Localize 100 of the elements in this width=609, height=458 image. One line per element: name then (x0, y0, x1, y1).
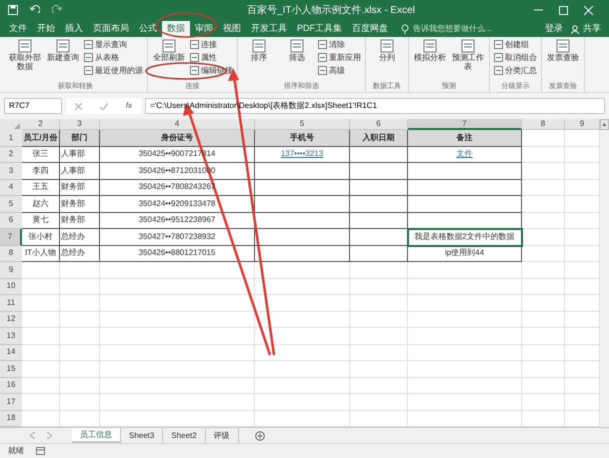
grid-cell[interactable] (255, 246, 350, 262)
ribbon-button[interactable]: 筛选 (280, 39, 314, 62)
next-sheet-icon (47, 432, 52, 439)
table-cell: 张三 (22, 146, 60, 163)
sheet-icon (318, 53, 327, 62)
vertical-scrollbar[interactable] (600, 119, 609, 427)
row-header[interactable]: 1 (0, 130, 22, 146)
ribbon-button[interactable]: 从表格 (84, 52, 143, 63)
grid-cell[interactable] (255, 163, 350, 180)
name-box[interactable]: R7C7 (4, 98, 62, 114)
row-header[interactable]: 9 (0, 262, 22, 278)
lightbulb-icon (401, 24, 409, 34)
ribbon-button[interactable]: 分类汇总 (494, 65, 537, 76)
ribbon-button[interactable]: 最近使用的源 (84, 65, 143, 76)
row-header[interactable]: 5 (0, 196, 22, 212)
cell-link[interactable]: 137••••3213 (255, 146, 350, 163)
sheet-tab[interactable]: 员工信息 (72, 428, 121, 443)
row-header[interactable]: 13 (0, 328, 22, 344)
close-icon (584, 6, 593, 14)
row-header[interactable]: 18 (0, 410, 22, 427)
table-cell: 总经办 (60, 246, 100, 262)
ribbon-button[interactable]: 连接 (190, 39, 233, 50)
table-cell: 备注 (408, 130, 522, 146)
ribbon-button[interactable]: 显示查询 (84, 39, 143, 50)
grid-cell[interactable] (350, 212, 408, 229)
row-header[interactable]: 14 (0, 344, 22, 361)
sign-in-link[interactable]: 登录 (545, 22, 563, 36)
grid-cell[interactable] (350, 246, 408, 262)
table-cell: 部门 (60, 130, 100, 146)
ribbon-button[interactable]: 新建查询 (46, 39, 80, 62)
tell-me-field[interactable]: 告诉我您想要做什么... (413, 23, 523, 35)
ribbon-tab[interactable]: 插入 (60, 21, 88, 37)
previous-sheet-icon (30, 432, 35, 439)
column-header[interactable]: 7 (408, 119, 522, 130)
row-header[interactable]: 15 (0, 361, 22, 378)
ribbon-tab[interactable]: PDF工具集 (292, 21, 347, 37)
ribbon-button[interactable]: 排序 (242, 39, 276, 62)
ribbon-tab[interactable]: 公式 (134, 21, 162, 37)
table-cell: 人事部 (60, 146, 100, 163)
grid-cell[interactable] (350, 146, 408, 163)
row-header[interactable]: 7 (0, 229, 22, 246)
row-header[interactable]: 6 (0, 212, 22, 229)
maximize-icon (559, 6, 568, 14)
grid-cell[interactable] (255, 196, 350, 212)
column-header[interactable]: 8 (522, 119, 565, 130)
ribbon-button[interactable]: 清除 (318, 39, 361, 50)
person-icon (571, 24, 579, 34)
column-header[interactable]: 2 (22, 119, 60, 130)
row-header[interactable]: 3 (0, 163, 22, 180)
ribbon-button[interactable]: 高级 (318, 65, 361, 76)
grid-cell[interactable] (350, 163, 408, 180)
table-cell: 李四 (22, 163, 60, 180)
ribbon-button[interactable]: 创建组 (494, 39, 537, 50)
ribbon-tab[interactable]: 文件 (4, 21, 32, 37)
column-header[interactable]: 6 (350, 119, 408, 130)
ribbon-tab[interactable]: 页面布局 (88, 21, 134, 37)
grid-cell[interactable] (255, 180, 350, 196)
ribbon-button[interactable]: 全部刷新 (152, 39, 186, 62)
share-button[interactable]: 共享 (571, 22, 601, 36)
row-header[interactable]: 17 (0, 394, 22, 410)
sheet-icon (494, 66, 503, 75)
ribbon-button[interactable]: 重新应用 (318, 52, 361, 63)
ribbon-button[interactable]: 发票查验 (546, 39, 580, 62)
ribbon-button[interactable]: 取消组合 (494, 52, 537, 63)
ribbon-button[interactable]: 模拟分析 (413, 39, 447, 62)
grid-cell[interactable] (255, 212, 350, 229)
sheet-icon (84, 66, 93, 75)
grid-cell[interactable] (350, 180, 408, 196)
grid-cell[interactable] (408, 180, 522, 196)
row-header[interactable]: 16 (0, 378, 22, 394)
column-header[interactable]: 4 (100, 119, 255, 130)
column-header[interactable]: 9 (565, 119, 600, 130)
ribbon-tab[interactable]: 视图 (218, 21, 246, 37)
ribbon-button[interactable]: 分列 (370, 39, 404, 62)
column-header[interactable]: 3 (60, 119, 100, 130)
column-header[interactable]: 5 (255, 119, 350, 130)
ribbon-button[interactable]: 预测工作表 (451, 39, 485, 71)
ribbon-tab[interactable]: 开发工具 (246, 21, 292, 37)
row-header[interactable]: 12 (0, 312, 22, 328)
ribbon-tab[interactable]: 开始 (32, 21, 60, 37)
ribbon-button[interactable]: 获取外部数据 (8, 39, 42, 71)
insert-function-button[interactable]: fx (126, 100, 132, 112)
ribbon-tab[interactable]: 百度网盘 (347, 21, 393, 37)
grid-cell[interactable] (408, 196, 522, 212)
row-header[interactable]: 8 (0, 246, 22, 262)
ribbon-button[interactable]: 属性 (190, 52, 233, 63)
row-header[interactable]: 4 (0, 180, 22, 196)
status-text: 就绪 (8, 445, 24, 457)
row-header[interactable]: 2 (0, 146, 22, 163)
row-header[interactable]: 10 (0, 278, 22, 295)
cell-link[interactable]: 文件 (408, 146, 522, 163)
table-cell: 财务部 (60, 180, 100, 196)
sheet-icon (494, 40, 503, 49)
grid-cell[interactable] (408, 163, 522, 180)
grid-cell[interactable] (255, 229, 350, 246)
row-header[interactable]: 11 (0, 295, 22, 312)
ribbon-tab[interactable]: 审阅 (190, 21, 218, 37)
grid-cell[interactable] (350, 196, 408, 212)
table-cell: ip使用到44 (408, 246, 522, 262)
ribbon-tab[interactable]: 数据 (162, 21, 190, 37)
